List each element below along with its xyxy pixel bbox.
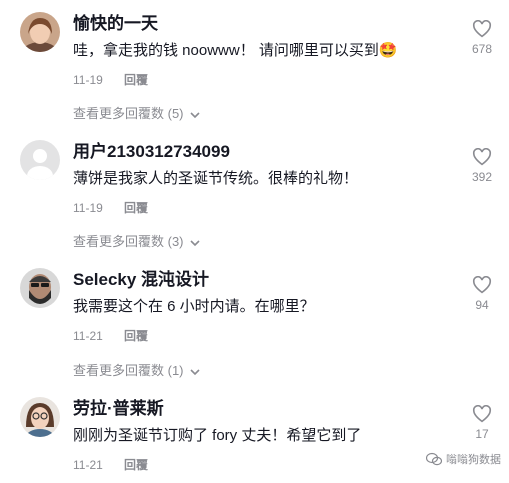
username[interactable]: 愉快的一天 bbox=[73, 14, 158, 34]
view-more-replies-label: 查看更多回覆数 (3) bbox=[73, 234, 184, 249]
view-more-replies-label: 查看更多回覆数 (5) bbox=[73, 106, 184, 121]
reply-button[interactable]: 回覆 bbox=[124, 329, 148, 343]
username[interactable]: Selecky 混沌设计 bbox=[73, 270, 209, 290]
comment-date: 11-19 bbox=[73, 73, 103, 87]
avatar-woman-image bbox=[20, 12, 60, 52]
username[interactable]: 用户2130312734099 bbox=[73, 142, 230, 162]
avatar-woman-glasses-image bbox=[20, 397, 60, 437]
heart-icon bbox=[472, 405, 492, 423]
comment-date: 11-19 bbox=[73, 201, 103, 215]
avatar[interactable] bbox=[20, 397, 60, 437]
heart-icon bbox=[472, 276, 492, 294]
avatar[interactable] bbox=[20, 268, 60, 308]
view-more-replies[interactable]: 查看更多回覆数 (1) bbox=[73, 363, 200, 380]
comment-date: 11-21 bbox=[73, 458, 103, 472]
reply-button[interactable]: 回覆 bbox=[124, 458, 148, 472]
like-button[interactable]: 678 bbox=[467, 20, 497, 57]
watermark: 嗡嗡狗数据 bbox=[426, 451, 501, 467]
like-button[interactable]: 94 bbox=[467, 276, 497, 313]
default-avatar-icon bbox=[20, 140, 60, 180]
chevron-down-icon bbox=[189, 107, 200, 123]
username[interactable]: 劳拉·普莱斯 bbox=[73, 399, 164, 419]
like-button[interactable]: 17 bbox=[467, 405, 497, 442]
reply-button[interactable]: 回覆 bbox=[124, 201, 148, 215]
heart-icon bbox=[472, 20, 492, 38]
avatar[interactable] bbox=[20, 140, 60, 180]
chevron-down-icon bbox=[189, 364, 200, 380]
avatar[interactable] bbox=[20, 12, 60, 52]
like-count: 678 bbox=[471, 42, 493, 56]
reply-button[interactable]: 回覆 bbox=[124, 73, 148, 87]
view-more-replies[interactable]: 查看更多回覆数 (3) bbox=[73, 234, 200, 251]
watermark-text: 嗡嗡狗数据 bbox=[446, 454, 501, 466]
view-more-replies-label: 查看更多回覆数 (1) bbox=[73, 363, 184, 378]
like-count: 17 bbox=[475, 427, 489, 441]
like-count: 392 bbox=[471, 170, 493, 184]
wechat-icon bbox=[426, 452, 442, 466]
view-more-replies[interactable]: 查看更多回覆数 (5) bbox=[73, 106, 200, 123]
heart-icon bbox=[472, 148, 492, 166]
chevron-down-icon bbox=[189, 235, 200, 251]
like-button[interactable]: 392 bbox=[467, 148, 497, 185]
comment-text: 哇，拿走我的钱 noowww！ 请问哪里可以买到🤩 bbox=[73, 42, 398, 59]
comment-text: 我需要这个在 6 小时内请。在哪里？ bbox=[73, 298, 315, 315]
comment-text: 刚刚为圣诞节订购了 fory 丈夫！希望它到了 bbox=[73, 427, 362, 444]
avatar-man-image bbox=[20, 268, 60, 308]
like-count: 94 bbox=[475, 298, 489, 312]
comment-text: 薄饼是我家人的圣诞节传统。很棒的礼物！ bbox=[73, 170, 359, 187]
comment-date: 11-21 bbox=[73, 329, 103, 343]
